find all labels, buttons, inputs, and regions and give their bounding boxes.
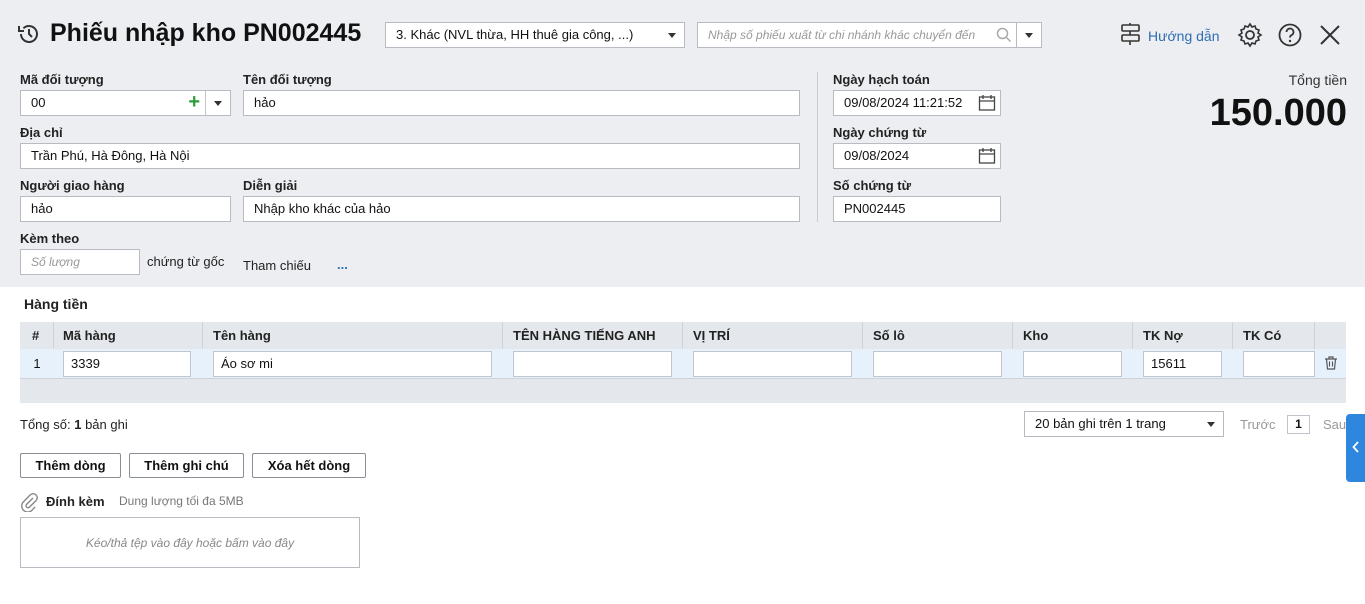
chevron-down-icon	[660, 23, 684, 47]
so-luong-placeholder: Số lượng	[31, 255, 80, 269]
ngay-hach-toan-value: 09/08/2024 11:21:52	[844, 95, 963, 110]
side-panel-toggle[interactable]	[1346, 414, 1365, 482]
calendar-icon[interactable]	[978, 147, 996, 168]
add-row-button[interactable]: Thêm dòng	[20, 453, 121, 478]
attach-label: Đính kèm	[46, 494, 105, 509]
column-header-tk-co[interactable]: TK Có	[1233, 322, 1315, 349]
so-chung-tu-input[interactable]: PN002445	[833, 196, 1001, 222]
grid-summary-row	[20, 379, 1346, 403]
nguoi-giao-input[interactable]: hảo	[20, 196, 231, 222]
voucher-type-select[interactable]: 3. Khác (NVL thừa, HH thuê gia công, ...…	[385, 22, 685, 48]
ten-doi-tuong-label: Tên đối tượng	[243, 72, 332, 87]
clear-rows-button[interactable]: Xóa hết dòng	[252, 453, 366, 478]
chevron-down-icon	[1199, 412, 1223, 436]
record-count: Tổng số: 1 bản ghi	[20, 417, 128, 432]
ma-doi-tuong-input[interactable]: 00 +	[20, 90, 231, 116]
attach-limit: Dung lượng tối đa 5MB	[119, 494, 244, 508]
record-count-unit: bản ghi	[85, 417, 128, 432]
dia-chi-label: Địa chỉ	[20, 125, 63, 140]
transfer-voucher-placeholder: Nhập số phiếu xuất từ chi nhánh khác chu…	[708, 28, 976, 42]
column-header-vi-tri[interactable]: VỊ TRÍ	[683, 322, 863, 349]
chung-tu-goc-label: chứng từ gốc	[147, 254, 225, 269]
so-lo-cell[interactable]	[873, 351, 1002, 377]
guide-icon	[1120, 22, 1142, 49]
chevron-down-icon[interactable]	[206, 91, 230, 115]
voucher-type-value: 3. Khác (NVL thừa, HH thuê gia công, ...…	[396, 27, 634, 42]
ma-doi-tuong-value: 00	[31, 95, 46, 110]
next-page-button[interactable]: Sau	[1323, 417, 1346, 432]
tk-no-cell[interactable]: 15611	[1143, 351, 1222, 377]
transfer-dropdown-button[interactable]	[1016, 22, 1042, 48]
dien-giai-input[interactable]: Nhập kho khác của hảo	[243, 196, 800, 222]
dia-chi-input[interactable]: Trần Phú, Hà Đông, Hà Nội	[20, 143, 800, 169]
paperclip-icon	[20, 492, 38, 515]
column-header-tk-no[interactable]: TK Nợ	[1133, 322, 1233, 349]
ten-tieng-anh-cell[interactable]	[513, 351, 672, 377]
kho-cell[interactable]	[1023, 351, 1122, 377]
trash-icon[interactable]	[1323, 355, 1339, 374]
transfer-voucher-input[interactable]: Nhập số phiếu xuất từ chi nhánh khác chu…	[697, 22, 1017, 48]
gear-icon[interactable]	[1237, 22, 1263, 51]
chevron-left-icon	[1351, 440, 1360, 456]
ngay-chung-tu-label: Ngày chứng từ	[833, 125, 927, 140]
record-count-value: 1	[74, 417, 82, 432]
add-note-button[interactable]: Thêm ghi chú	[129, 453, 244, 478]
nguoi-giao-label: Người giao hàng	[20, 178, 125, 193]
file-dropzone[interactable]: Kéo/thả tệp vào đây hoặc bấm vào đây	[20, 517, 360, 568]
add-icon[interactable]: +	[188, 91, 200, 113]
close-icon[interactable]	[1318, 23, 1342, 50]
history-icon[interactable]	[16, 21, 42, 47]
kem-theo-label: Kèm theo	[20, 231, 80, 246]
section-title: Hàng tiền	[24, 296, 88, 312]
tham-chieu-more-link[interactable]: ...	[337, 257, 348, 272]
calendar-icon[interactable]	[978, 94, 996, 115]
vi-tri-cell[interactable]	[693, 351, 852, 377]
dien-giai-label: Diễn giải	[243, 178, 298, 193]
total-amount: 150.000	[1209, 92, 1347, 134]
column-header-kho[interactable]: Kho	[1013, 322, 1133, 349]
search-icon[interactable]	[996, 27, 1012, 43]
dropzone-text: Kéo/thả tệp vào đây hoặc bấm vào đây	[85, 535, 295, 550]
column-header-ten-tieng-anh[interactable]: TÊN HÀNG TIẾNG ANH	[503, 322, 683, 349]
guide-link[interactable]: Hướng dẫn	[1120, 22, 1219, 49]
page-size-select[interactable]: 20 bản ghi trên 1 trang	[1024, 411, 1224, 437]
record-count-label: Tổng số:	[20, 417, 71, 432]
so-luong-input[interactable]: Số lượng	[20, 249, 140, 275]
so-chung-tu-label: Số chứng từ	[833, 178, 912, 193]
column-header-ten-hang[interactable]: Tên hàng	[203, 322, 503, 349]
column-header-no: #	[20, 322, 54, 349]
ngay-chung-tu-input[interactable]: 09/08/2024	[833, 143, 1001, 169]
row-number: 1	[33, 356, 41, 371]
column-divider	[817, 72, 818, 222]
page-title: Phiếu nhập kho PN002445	[50, 19, 362, 47]
guide-label: Hướng dẫn	[1148, 27, 1220, 44]
ma-doi-tuong-label: Mã đối tượng	[20, 72, 104, 87]
ngay-hach-toan-input[interactable]: 09/08/2024 11:21:52	[833, 90, 1001, 116]
ma-hang-cell[interactable]: 3339	[63, 351, 191, 377]
tham-chieu-label: Tham chiếu	[243, 258, 311, 273]
column-header-so-lo[interactable]: Số lô	[863, 322, 1013, 349]
column-header-ma-hang[interactable]: Mã hàng	[53, 322, 203, 349]
help-icon[interactable]	[1277, 22, 1303, 51]
chevron-down-icon	[1017, 23, 1041, 47]
total-label: Tổng tiền	[1288, 72, 1347, 88]
ngay-chung-tu-value: 09/08/2024	[844, 148, 910, 163]
ten-doi-tuong-input[interactable]: hảo	[243, 90, 800, 116]
ngay-hach-toan-label: Ngày hạch toán	[833, 72, 930, 87]
page-number[interactable]: 1	[1287, 415, 1310, 434]
prev-page-button[interactable]: Trước	[1240, 417, 1276, 432]
ten-hang-cell[interactable]: Áo sơ mi	[213, 351, 492, 377]
page-size-value: 20 bản ghi trên 1 trang	[1035, 416, 1166, 431]
tk-co-cell[interactable]	[1243, 351, 1315, 377]
